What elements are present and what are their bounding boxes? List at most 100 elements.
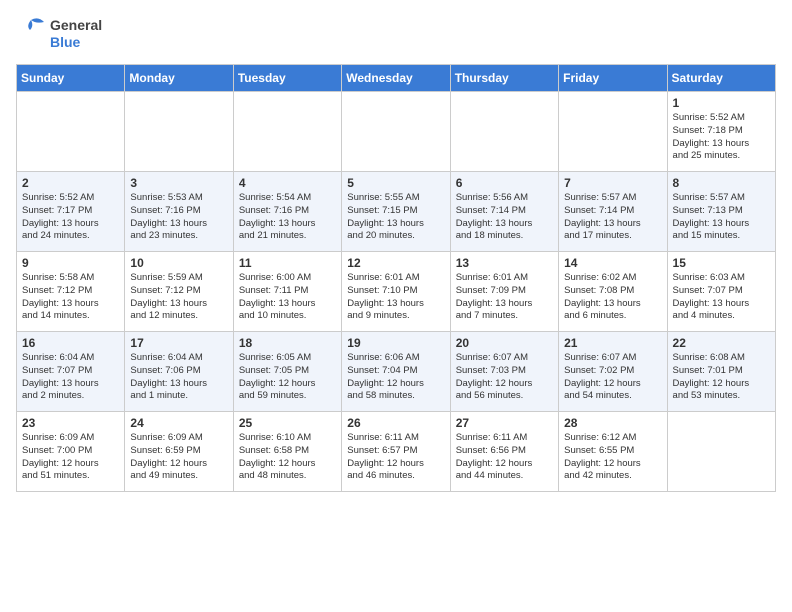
day-number: 17 [130,336,227,350]
calendar-body: 1 Sunrise: 5:52 AM Sunset: 7:18 PM Daylig… [17,92,776,492]
day-number: 22 [673,336,770,350]
day-info: Sunrise: 6:01 AM Sunset: 7:09 PM Dayligh… [456,272,553,323]
day-number: 19 [347,336,444,350]
day-info: Sunrise: 6:12 AM Sunset: 6:55 PM Dayligh… [564,432,661,483]
day-number: 10 [130,256,227,270]
calendar-cell: 20Sunrise: 6:07 AM Sunset: 7:03 PM Dayli… [450,332,558,412]
calendar-cell: 7 Sunrise: 5:57 AM Sunset: 7:14 PM Daylig… [559,172,667,252]
day-number: 18 [239,336,336,350]
calendar-cell [233,92,341,172]
day-info: Sunrise: 5:59 AM Sunset: 7:12 PM Dayligh… [130,272,227,323]
day-info: Sunrise: 6:06 AM Sunset: 7:04 PM Dayligh… [347,352,444,403]
week-row-5: 23 Sunrise: 6:09 AM Sunset: 7:00 PM Dayli… [17,412,776,492]
day-number: 27 [456,416,553,430]
calendar-cell [342,92,450,172]
day-info: Sunrise: 5:52 AM Sunset: 7:17 PM Dayligh… [22,192,119,243]
header-saturday: Saturday [667,65,775,92]
day-number: 16 [22,336,119,350]
calendar-header: SundayMondayTuesdayWednesdayThursdayFrid… [17,65,776,92]
day-number: 13 [456,256,553,270]
calendar-cell: 12 Sunrise: 6:01 AM Sunset: 7:10 PM Dayli… [342,252,450,332]
day-number: 15 [673,256,770,270]
day-info: Sunrise: 6:07 AM Sunset: 7:03 PM Dayligh… [456,352,553,403]
day-info: Sunrise: 6:02 AM Sunset: 7:08 PM Dayligh… [564,272,661,323]
day-info: Sunrise: 6:01 AM Sunset: 7:10 PM Dayligh… [347,272,444,323]
day-info: Sunrise: 6:04 AM Sunset: 7:06 PM Dayligh… [130,352,227,403]
day-info: Sunrise: 6:08 AM Sunset: 7:01 PM Dayligh… [673,352,770,403]
calendar-cell: 16 Sunrise: 6:04 AM Sunset: 7:07 PM Dayli… [17,332,125,412]
day-number: 24 [130,416,227,430]
day-number: 26 [347,416,444,430]
calendar-cell [125,92,233,172]
day-info: Sunrise: 6:09 AM Sunset: 7:00 PM Dayligh… [22,432,119,483]
week-row-3: 9 Sunrise: 5:58 AM Sunset: 7:12 PM Daylig… [17,252,776,332]
calendar-cell: 13 Sunrise: 6:01 AM Sunset: 7:09 PM Dayli… [450,252,558,332]
calendar-cell: 19 Sunrise: 6:06 AM Sunset: 7:04 PM Dayli… [342,332,450,412]
logo-blue-text: Blue [50,34,102,51]
logo-general-text: General [50,17,102,34]
day-number: 1 [673,96,770,110]
header-monday: Monday [125,65,233,92]
day-info: Sunrise: 6:11 AM Sunset: 6:57 PM Dayligh… [347,432,444,483]
calendar-cell: 17 Sunrise: 6:04 AM Sunset: 7:06 PM Dayli… [125,332,233,412]
day-info: Sunrise: 6:05 AM Sunset: 7:05 PM Dayligh… [239,352,336,403]
day-number: 9 [22,256,119,270]
calendar-cell: 11Sunrise: 6:00 AM Sunset: 7:11 PM Dayli… [233,252,341,332]
day-number: 3 [130,176,227,190]
calendar-cell: 28Sunrise: 6:12 AM Sunset: 6:55 PM Dayli… [559,412,667,492]
calendar-cell: 25 Sunrise: 6:10 AM Sunset: 6:58 PM Dayli… [233,412,341,492]
calendar-cell: 9 Sunrise: 5:58 AM Sunset: 7:12 PM Daylig… [17,252,125,332]
week-row-1: 1 Sunrise: 5:52 AM Sunset: 7:18 PM Daylig… [17,92,776,172]
header-sunday: Sunday [17,65,125,92]
day-number: 21 [564,336,661,350]
header-row: SundayMondayTuesdayWednesdayThursdayFrid… [17,65,776,92]
logo: General Blue [16,16,102,52]
day-info: Sunrise: 5:57 AM Sunset: 7:13 PM Dayligh… [673,192,770,243]
day-info: Sunrise: 5:58 AM Sunset: 7:12 PM Dayligh… [22,272,119,323]
calendar-cell: 6Sunrise: 5:56 AM Sunset: 7:14 PM Daylig… [450,172,558,252]
calendar-cell: 1 Sunrise: 5:52 AM Sunset: 7:18 PM Daylig… [667,92,775,172]
day-info: Sunrise: 6:03 AM Sunset: 7:07 PM Dayligh… [673,272,770,323]
day-info: Sunrise: 5:57 AM Sunset: 7:14 PM Dayligh… [564,192,661,243]
calendar-cell: 21 Sunrise: 6:07 AM Sunset: 7:02 PM Dayli… [559,332,667,412]
calendar-cell: 15 Sunrise: 6:03 AM Sunset: 7:07 PM Dayli… [667,252,775,332]
day-info: Sunrise: 6:07 AM Sunset: 7:02 PM Dayligh… [564,352,661,403]
day-info: Sunrise: 6:00 AM Sunset: 7:11 PM Dayligh… [239,272,336,323]
calendar-cell: 27 Sunrise: 6:11 AM Sunset: 6:56 PM Dayli… [450,412,558,492]
day-number: 8 [673,176,770,190]
calendar-cell: 10 Sunrise: 5:59 AM Sunset: 7:12 PM Dayli… [125,252,233,332]
day-info: Sunrise: 6:09 AM Sunset: 6:59 PM Dayligh… [130,432,227,483]
calendar-cell [17,92,125,172]
header-tuesday: Tuesday [233,65,341,92]
calendar-cell [450,92,558,172]
calendar-cell: 8 Sunrise: 5:57 AM Sunset: 7:13 PM Daylig… [667,172,775,252]
week-row-4: 16 Sunrise: 6:04 AM Sunset: 7:07 PM Dayli… [17,332,776,412]
calendar-cell [559,92,667,172]
day-info: Sunrise: 6:10 AM Sunset: 6:58 PM Dayligh… [239,432,336,483]
header-thursday: Thursday [450,65,558,92]
day-info: Sunrise: 5:55 AM Sunset: 7:15 PM Dayligh… [347,192,444,243]
header-friday: Friday [559,65,667,92]
calendar-cell [667,412,775,492]
calendar-cell: 24 Sunrise: 6:09 AM Sunset: 6:59 PM Dayli… [125,412,233,492]
day-number: 5 [347,176,444,190]
calendar-cell: 2Sunrise: 5:52 AM Sunset: 7:17 PM Daylig… [17,172,125,252]
day-info: Sunrise: 6:11 AM Sunset: 6:56 PM Dayligh… [456,432,553,483]
day-info: Sunrise: 5:53 AM Sunset: 7:16 PM Dayligh… [130,192,227,243]
day-number: 7 [564,176,661,190]
day-number: 4 [239,176,336,190]
day-info: Sunrise: 6:04 AM Sunset: 7:07 PM Dayligh… [22,352,119,403]
calendar-table: SundayMondayTuesdayWednesdayThursdayFrid… [16,64,776,492]
day-info: Sunrise: 5:52 AM Sunset: 7:18 PM Dayligh… [673,112,770,163]
day-number: 25 [239,416,336,430]
week-row-2: 2Sunrise: 5:52 AM Sunset: 7:17 PM Daylig… [17,172,776,252]
day-info: Sunrise: 5:54 AM Sunset: 7:16 PM Dayligh… [239,192,336,243]
calendar-cell: 4 Sunrise: 5:54 AM Sunset: 7:16 PM Daylig… [233,172,341,252]
day-number: 12 [347,256,444,270]
logo-bird-icon [16,16,46,52]
day-info: Sunrise: 5:56 AM Sunset: 7:14 PM Dayligh… [456,192,553,243]
day-number: 14 [564,256,661,270]
day-number: 23 [22,416,119,430]
calendar-cell: 18 Sunrise: 6:05 AM Sunset: 7:05 PM Dayli… [233,332,341,412]
calendar-cell: 26 Sunrise: 6:11 AM Sunset: 6:57 PM Dayli… [342,412,450,492]
